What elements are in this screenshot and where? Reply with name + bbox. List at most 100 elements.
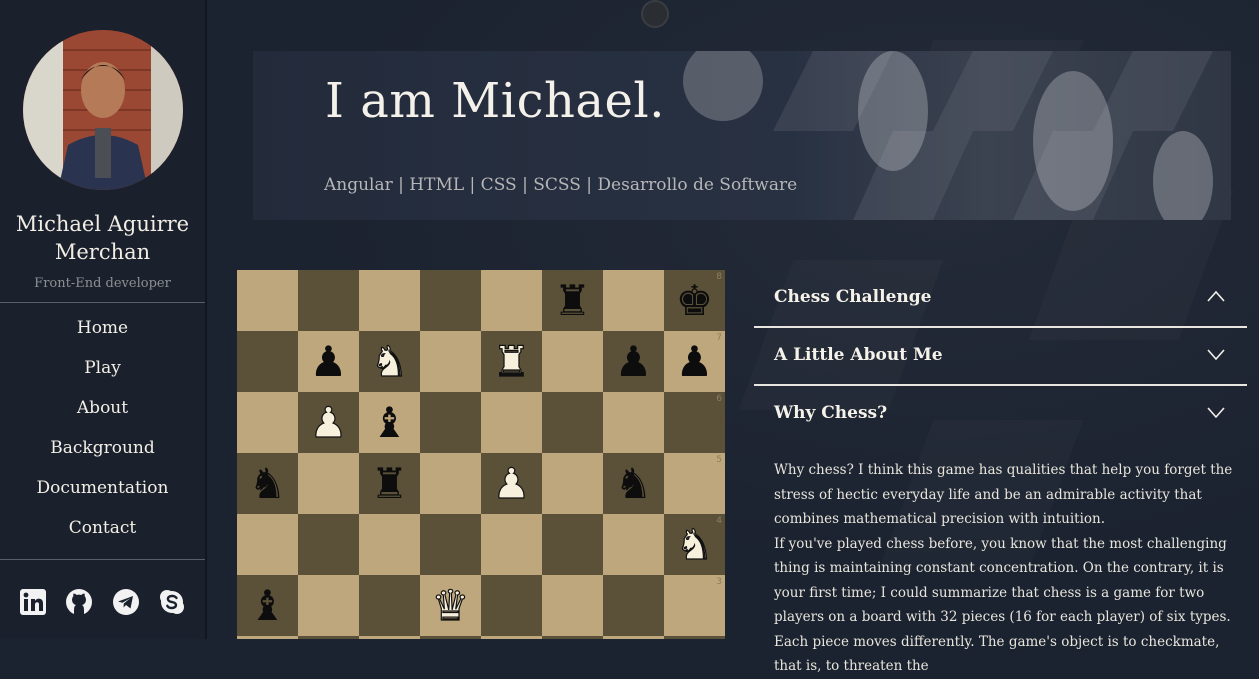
white-piece[interactable]: ♛: [431, 583, 470, 626]
square-h7[interactable]: 7 ♟: [664, 331, 725, 392]
black-piece[interactable]: ♜: [371, 462, 409, 505]
square-a7[interactable]: [237, 331, 298, 392]
rank-label: 8: [716, 272, 722, 282]
accordion-item-chess-challenge[interactable]: Chess Challenge: [754, 270, 1247, 328]
main-nav: Home Play About Background Documentation…: [0, 316, 205, 556]
square-a4[interactable]: [237, 514, 298, 575]
square-d6[interactable]: [420, 392, 481, 453]
square-c6[interactable]: ♝: [359, 392, 420, 453]
square-h4[interactable]: 4 ♞: [664, 514, 725, 575]
accordion-title: A Little About Me: [774, 345, 943, 365]
square-c7[interactable]: ♞: [359, 331, 420, 392]
square-g4[interactable]: [603, 514, 664, 575]
square-c3[interactable]: [359, 575, 420, 636]
nav-documentation[interactable]: Documentation: [0, 476, 205, 516]
square-c8[interactable]: [359, 270, 420, 331]
chess-board[interactable]: ♜ 8 ♚ ♟ ♞ ♜ ♟ 7 ♟ ♟ ♝ 6 ♞ ♜ ♟ ♞ 5 4 ♞ ♝ ♛ 3: [237, 270, 725, 639]
black-piece[interactable]: ♝: [371, 401, 409, 444]
square-e7[interactable]: ♜: [481, 331, 542, 392]
square-e6[interactable]: [481, 392, 542, 453]
white-piece[interactable]: ♞: [370, 339, 409, 382]
sidebar: Michael Aguirre Merchan Front-End develo…: [0, 0, 207, 639]
accordion-item-about-me[interactable]: A Little About Me: [754, 328, 1247, 386]
square-g7[interactable]: ♟: [603, 331, 664, 392]
square-b8[interactable]: [298, 270, 359, 331]
nav-about[interactable]: About: [0, 396, 205, 436]
paragraph: If you've played chess before, you know …: [774, 535, 1231, 675]
square-f4[interactable]: [542, 514, 603, 575]
black-piece[interactable]: ♞: [249, 462, 287, 505]
black-piece[interactable]: ♞: [615, 462, 653, 505]
nav-contact[interactable]: Contact: [0, 516, 205, 556]
square-a6[interactable]: [237, 392, 298, 453]
linkedin-icon[interactable]: [19, 588, 47, 616]
white-piece[interactable]: ♞: [675, 522, 714, 565]
chevron-down-icon: [1207, 407, 1225, 418]
square-d5[interactable]: [420, 453, 481, 514]
square-g6[interactable]: [603, 392, 664, 453]
nav-background[interactable]: Background: [0, 436, 205, 476]
avatar: [23, 30, 183, 190]
divider: [0, 559, 205, 560]
square-e3[interactable]: [481, 575, 542, 636]
square-e5[interactable]: ♟: [481, 453, 542, 514]
square-c5[interactable]: ♜: [359, 453, 420, 514]
white-piece[interactable]: ♜: [492, 339, 531, 382]
black-piece[interactable]: ♟: [676, 340, 714, 383]
square-d4[interactable]: [420, 514, 481, 575]
square-b6[interactable]: ♟: [298, 392, 359, 453]
black-piece[interactable]: ♜: [554, 279, 592, 322]
accordion-content: Why chess? I think this game has qualiti…: [774, 458, 1234, 679]
square-f8[interactable]: ♜: [542, 270, 603, 331]
black-piece[interactable]: ♟: [310, 340, 348, 383]
scroll-indicator: [641, 0, 669, 28]
square-g5[interactable]: ♞: [603, 453, 664, 514]
black-piece[interactable]: ♟: [615, 340, 653, 383]
square-h3[interactable]: 3: [664, 575, 725, 636]
skills-list: Angular | HTML | CSS | SCSS | Desarrollo…: [324, 175, 798, 195]
square-c4[interactable]: [359, 514, 420, 575]
paragraph: Why chess? I think this game has qualiti…: [774, 462, 1233, 527]
white-piece[interactable]: ♟: [492, 461, 531, 504]
square-a8[interactable]: [237, 270, 298, 331]
square-f3[interactable]: [542, 575, 603, 636]
square-f5[interactable]: [542, 453, 603, 514]
black-piece[interactable]: ♚: [676, 279, 714, 322]
square-h6[interactable]: 6: [664, 392, 725, 453]
square-e8[interactable]: [481, 270, 542, 331]
skype-icon[interactable]: [158, 588, 186, 616]
square-f6[interactable]: [542, 392, 603, 453]
profile-role: Front-End developer: [34, 276, 171, 291]
black-piece[interactable]: ♝: [249, 584, 287, 627]
accordion-title: Chess Challenge: [774, 287, 932, 307]
rank-label: 3: [716, 577, 722, 587]
square-h5[interactable]: 5: [664, 453, 725, 514]
white-piece[interactable]: ♟: [309, 400, 348, 443]
rank-label: 4: [716, 516, 722, 526]
square-a3[interactable]: ♝: [237, 575, 298, 636]
telegram-icon[interactable]: [112, 588, 140, 616]
square-b7[interactable]: ♟: [298, 331, 359, 392]
square-d8[interactable]: [420, 270, 481, 331]
hero-banner: I am Michael. Angular | HTML | CSS | SCS…: [253, 51, 1231, 220]
square-d7[interactable]: [420, 331, 481, 392]
accordion-title: Why Chess?: [774, 403, 888, 423]
square-b4[interactable]: [298, 514, 359, 575]
nav-home[interactable]: Home: [0, 316, 205, 356]
square-b5[interactable]: [298, 453, 359, 514]
divider: [0, 302, 205, 303]
nav-play[interactable]: Play: [0, 356, 205, 396]
square-e4[interactable]: [481, 514, 542, 575]
accordion: Chess Challenge A Little About Me Why Ch…: [754, 270, 1247, 442]
square-h8[interactable]: 8 ♚: [664, 270, 725, 331]
square-g8[interactable]: [603, 270, 664, 331]
github-icon[interactable]: [65, 588, 93, 616]
square-b3[interactable]: [298, 575, 359, 636]
chevron-up-icon: [1207, 290, 1225, 302]
square-d3[interactable]: ♛: [420, 575, 481, 636]
square-a5[interactable]: ♞: [237, 453, 298, 514]
rank-label: 7: [716, 333, 722, 343]
square-f7[interactable]: [542, 331, 603, 392]
accordion-item-why-chess[interactable]: Why Chess?: [754, 386, 1247, 442]
square-g3[interactable]: [603, 575, 664, 636]
